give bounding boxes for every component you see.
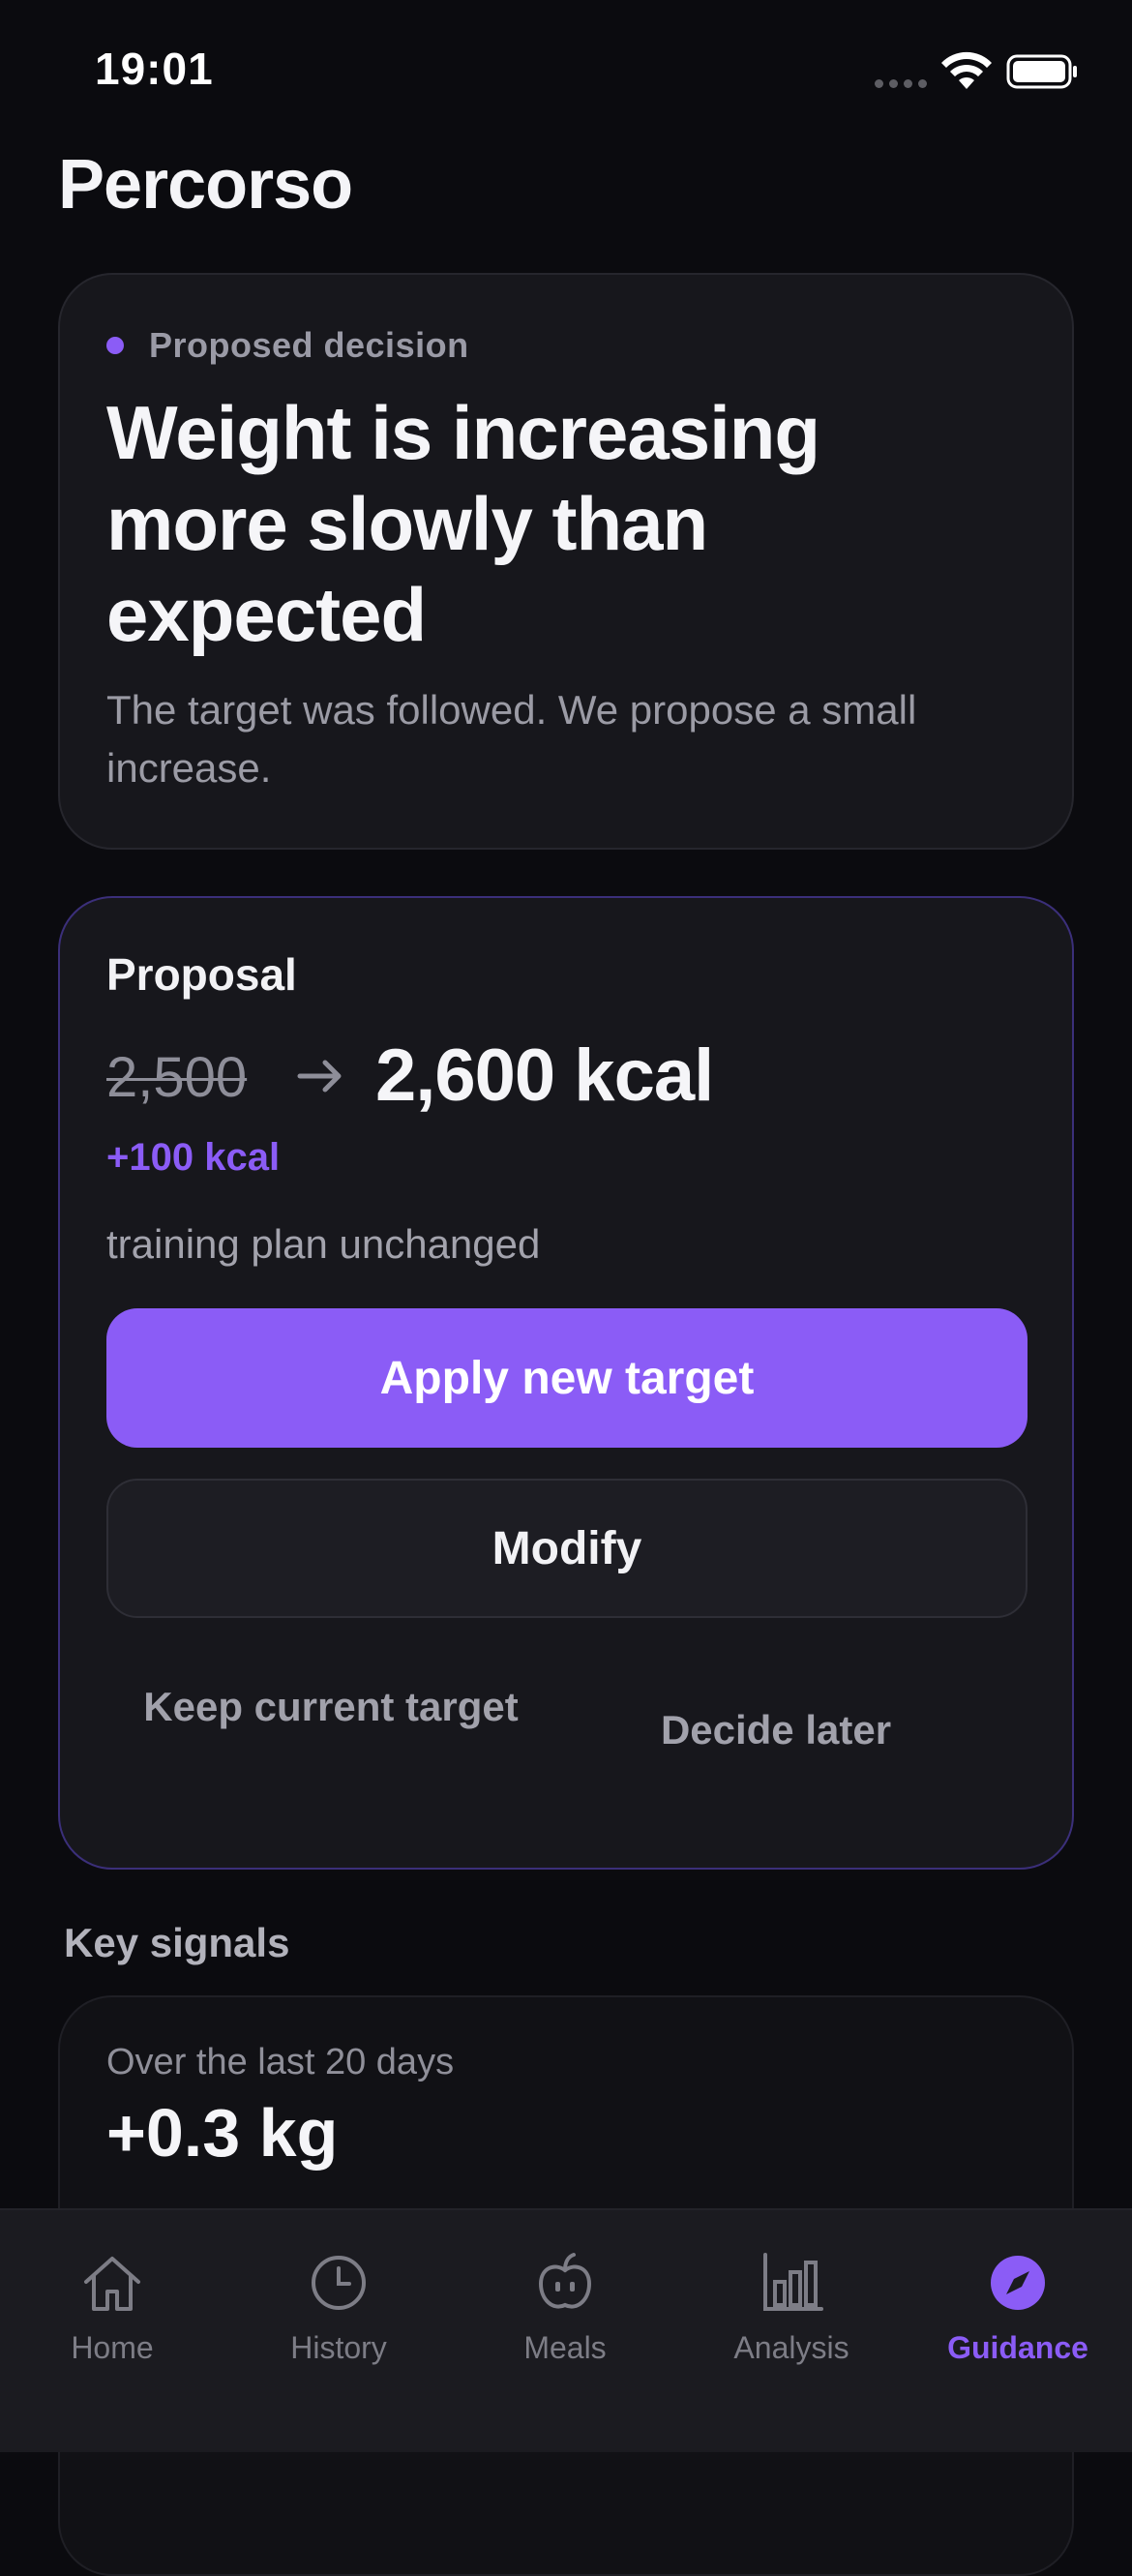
decide-later-button[interactable]: Decide later xyxy=(582,1707,969,1753)
tab-label-home: Home xyxy=(71,2330,154,2365)
compass-icon xyxy=(991,2256,1045,2310)
key-signals-heading: Key signals xyxy=(64,1920,290,1965)
status-dot-icon xyxy=(106,337,124,354)
proposal-card: Proposal 2,500 2,600 kcal +100 kcal trai… xyxy=(58,896,1074,1870)
tab-analysis[interactable]: Analysis xyxy=(695,2249,888,2375)
arrow-right-icon xyxy=(297,1060,342,1093)
tab-guidance[interactable]: Guidance xyxy=(921,2249,1115,2375)
keep-current-target-button[interactable]: Keep current target xyxy=(137,1678,524,1736)
tab-label-meals: Meals xyxy=(523,2330,607,2365)
proposal-title: Proposal xyxy=(106,949,297,1000)
decision-headline: Weight is increasing more slowly than ex… xyxy=(106,390,820,657)
apple-icon xyxy=(538,2253,592,2309)
tab-label-guidance: Guidance xyxy=(947,2330,1088,2365)
tab-label-history: History xyxy=(290,2330,387,2365)
battery-icon xyxy=(1006,54,1077,89)
modify-button[interactable]: Modify xyxy=(106,1479,1028,1618)
tab-label-analysis: Analysis xyxy=(733,2330,849,2365)
tab-history[interactable]: History xyxy=(242,2249,435,2375)
page-title: Percorso xyxy=(58,146,353,224)
tab-home[interactable]: Home xyxy=(15,2249,209,2375)
decision-card: Proposed decision Weight is increasing m… xyxy=(58,273,1074,850)
tab-bar: Home History Meals Analysis Guidance xyxy=(0,2208,1132,2452)
signal-caption: Over the last 20 days xyxy=(106,2042,455,2082)
cellular-signal-icon xyxy=(875,79,927,88)
training-note: training plan unchanged xyxy=(106,1221,541,1267)
decision-label: Proposed decision xyxy=(149,325,469,365)
new-target-value: 2,600 kcal xyxy=(375,1034,714,1117)
target-delta: +100 kcal xyxy=(106,1136,281,1179)
status-bar: 19:01 xyxy=(0,0,1132,135)
apply-new-target-button[interactable]: Apply new target xyxy=(106,1308,1028,1448)
wifi-icon xyxy=(941,51,992,89)
status-time: 19:01 xyxy=(95,44,214,94)
tab-meals[interactable]: Meals xyxy=(468,2249,662,2375)
decision-label-row: Proposed decision xyxy=(106,325,469,366)
decision-subtext: The target was followed. We propose a sm… xyxy=(106,687,917,791)
clock-icon xyxy=(312,2256,366,2310)
home-icon xyxy=(84,2257,140,2311)
old-target-value: 2,500 xyxy=(106,1046,248,1109)
signal-value: +0.3 kg xyxy=(106,2095,339,2171)
bar-chart-icon xyxy=(763,2253,823,2311)
